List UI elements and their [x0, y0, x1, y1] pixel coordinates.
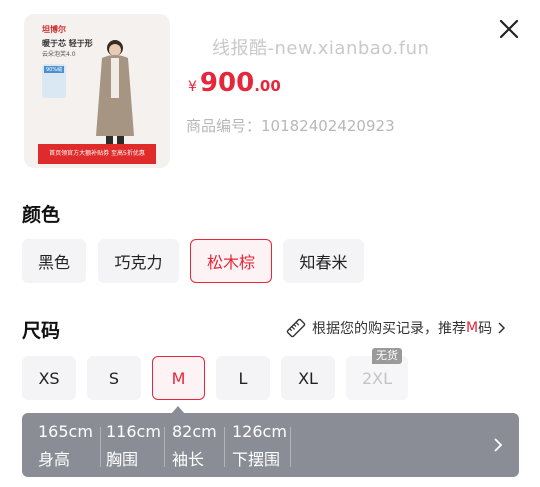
- model-photo: [96, 40, 134, 150]
- divider: [164, 427, 165, 467]
- size-option-s[interactable]: S: [87, 356, 141, 400]
- divider: [290, 427, 291, 467]
- chevron-right-icon[interactable]: [493, 437, 503, 453]
- ruler-icon: [286, 318, 306, 338]
- product-image-badge-text: 90%绒: [44, 66, 65, 73]
- color-option-chocolate[interactable]: 巧克力: [98, 239, 179, 283]
- measure-chest: 116cm 胸围: [106, 422, 161, 470]
- price: ¥900.00: [188, 68, 281, 98]
- color-option-zhichun-beige[interactable]: 知春米: [283, 239, 364, 283]
- price-currency: ¥: [188, 79, 197, 95]
- out-of-stock-badge: 无货: [372, 348, 402, 364]
- recommend-prefix: 根据您的购买记录，推荐: [312, 321, 466, 337]
- divider: [100, 427, 101, 467]
- divider: [224, 427, 225, 467]
- measure-value: 82cm: [172, 422, 217, 441]
- product-image-brand: 坦博尔: [42, 25, 66, 34]
- color-section-title: 颜色: [22, 204, 61, 226]
- color-option-pine-brown[interactable]: 松木棕: [190, 239, 272, 283]
- close-icon[interactable]: [496, 16, 522, 42]
- measure-label: 袖长: [172, 450, 205, 469]
- measure-hem: 126cm 下摆围: [232, 422, 287, 470]
- chevron-right-icon: [498, 322, 506, 334]
- measure-height: 165cm 身高: [38, 422, 93, 470]
- measure-label: 身高: [38, 450, 71, 469]
- product-image-banner: 首页领官方大额补贴券 至高5折优惠: [38, 144, 156, 164]
- size-option-m[interactable]: M: [152, 356, 205, 400]
- recommend-size: M: [466, 320, 479, 336]
- recommend-suffix: 码: [478, 321, 493, 337]
- size-section-title: 尺码: [22, 320, 61, 342]
- measure-value: 116cm: [106, 422, 161, 441]
- product-image[interactable]: 坦博尔 暖于芯 轻于形 云朵泡芙4.0 90%绒 首页领官方大额补贴券 至高5折…: [24, 14, 170, 168]
- price-decimal: .00: [254, 77, 281, 95]
- watermark-text: 线报酷-new.xianbao.fun: [212, 38, 430, 59]
- size-option-xl[interactable]: XL: [281, 356, 335, 400]
- price-integer: 900: [199, 68, 255, 98]
- color-option-black[interactable]: 黑色: [22, 239, 86, 283]
- product-sku: 商品编号：10182402420923: [186, 117, 395, 135]
- measure-sleeve: 82cm 袖长: [172, 422, 217, 470]
- product-image-subslogan: 云朵泡芙4.0: [42, 51, 76, 58]
- size-detail-panel[interactable]: 165cm 身高 116cm 胸围 82cm 袖长 126cm 下摆围: [22, 413, 519, 477]
- measure-label: 胸围: [106, 450, 139, 469]
- size-option-l[interactable]: L: [216, 356, 270, 400]
- size-recommendation-link[interactable]: 根据您的购买记录，推荐 M 码: [286, 318, 506, 338]
- measure-value: 126cm: [232, 422, 287, 441]
- measure-label: 下摆围: [232, 450, 281, 469]
- product-image-badge: 90%绒: [42, 64, 66, 98]
- measure-value: 165cm: [38, 422, 93, 441]
- size-option-xs[interactable]: XS: [22, 356, 76, 400]
